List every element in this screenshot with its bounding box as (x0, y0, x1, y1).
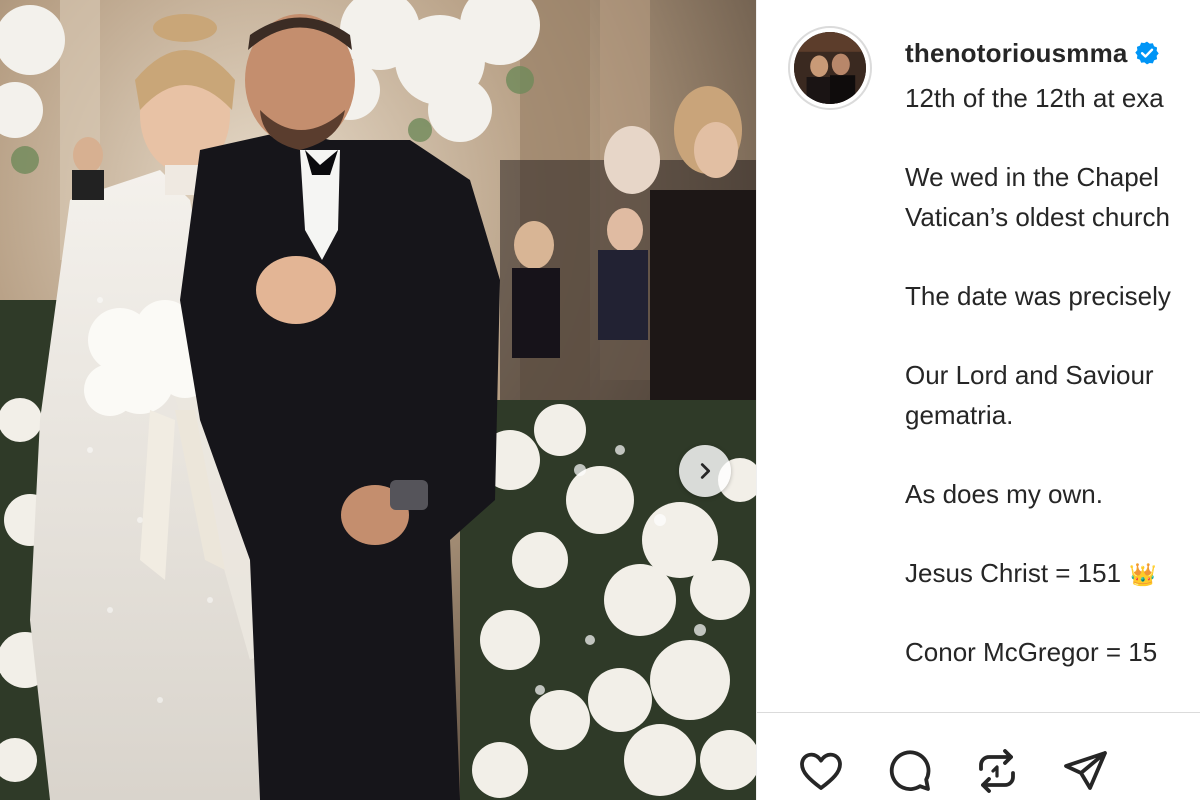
caption-line: 12th of the 12th at exa (905, 83, 1164, 113)
post-photo[interactable] (0, 0, 756, 800)
crown-emoji: 👑 (1129, 563, 1157, 588)
chevron-right-icon (700, 463, 711, 479)
repost-icon (979, 749, 1015, 793)
caption-line: We wed in the Chapel (905, 162, 1159, 192)
caption-text: Jesus Christ = 151 (905, 558, 1122, 588)
repost-button[interactable] (971, 745, 1023, 797)
actions-divider (757, 712, 1200, 713)
avatar-photo (794, 32, 866, 104)
username-link[interactable]: thenotoriousmma (905, 38, 1128, 69)
caption-line: The date was precisely (905, 281, 1171, 311)
like-button[interactable] (795, 745, 847, 797)
caption-line: As does my own. (905, 479, 1103, 509)
comment-bubble-icon (889, 750, 931, 791)
carousel-next-button[interactable] (679, 445, 731, 497)
caption-line: Vatican’s oldest church (905, 202, 1170, 232)
verified-badge-icon (1134, 41, 1159, 65)
heart-icon (800, 752, 842, 790)
caption-line-with-emoji: Jesus Christ = 151 👑 (905, 553, 1200, 593)
avatar-image (794, 32, 866, 104)
caption-line: Our Lord and Saviour (905, 360, 1154, 390)
send-paper-plane-icon (1064, 751, 1107, 790)
comment-button[interactable] (883, 745, 935, 797)
post-caption: 12th of the 12th at exa We wed in the Ch… (905, 78, 1200, 672)
post-header: thenotoriousmma (905, 36, 1160, 70)
wedding-photo-illustration (0, 0, 756, 800)
caption-line: gematria. (905, 400, 1014, 430)
caption-line: Conor McGregor = 15 (905, 637, 1158, 667)
post-actions-bar (795, 745, 1111, 797)
profile-avatar[interactable] (788, 26, 872, 110)
share-button[interactable] (1059, 745, 1111, 797)
